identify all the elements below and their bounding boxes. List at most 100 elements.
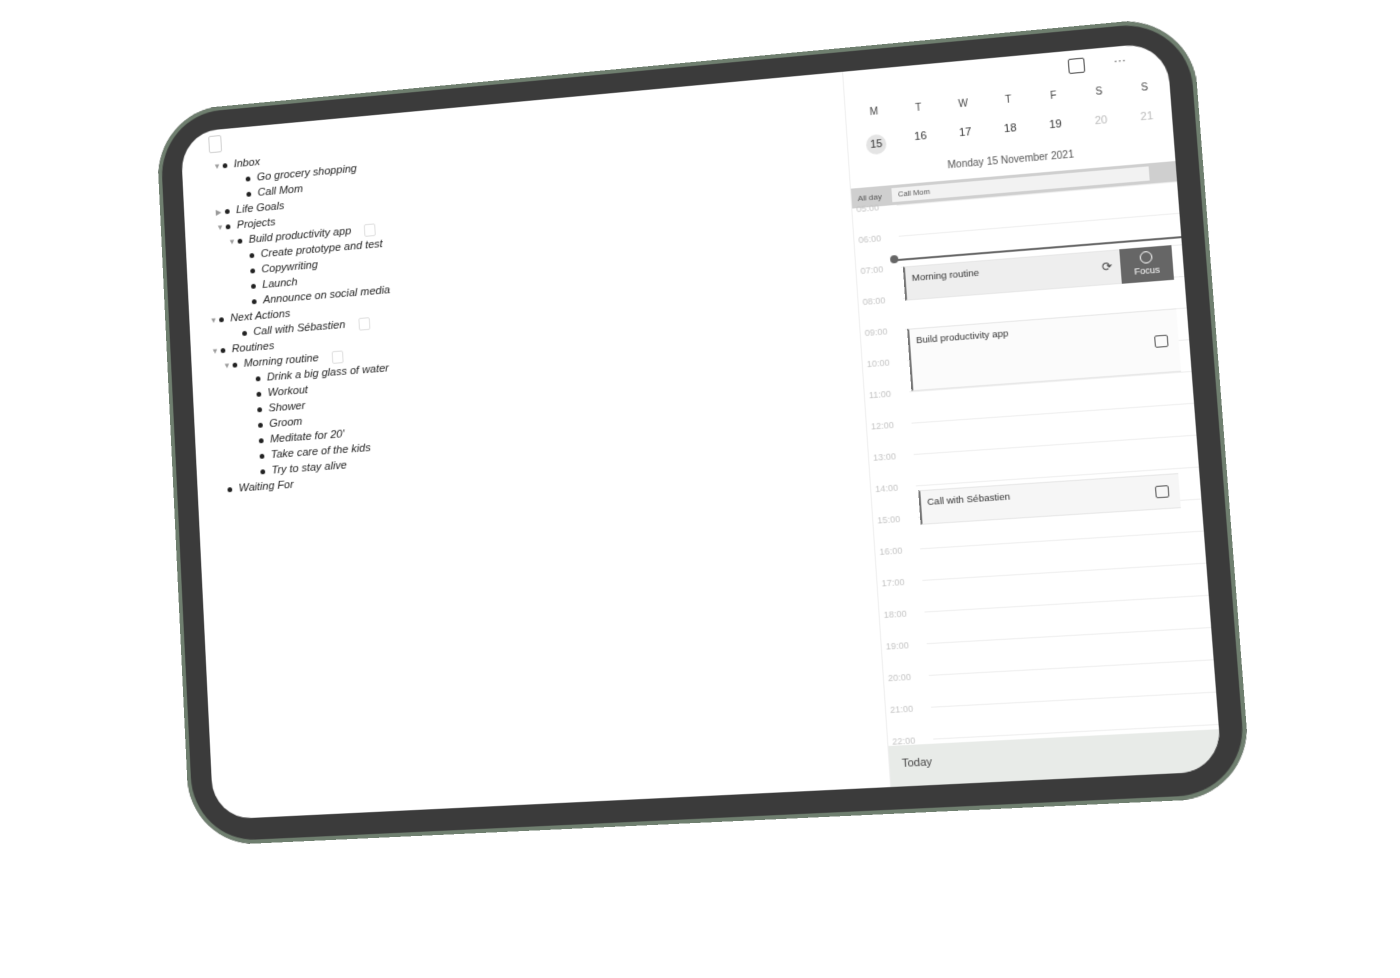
disclosure-icon[interactable]: ▼ [223,360,233,369]
screen: ▼ Inbox Go grocery shopping Call Mom ▶ Life G… [180,42,1222,820]
bullet-icon[interactable] [232,362,237,367]
bullet-icon[interactable] [246,176,251,181]
hour-grid: 05:00 06:00 07:00 08:00 09:00 10:00 11:00 12:00… [852,181,1219,746]
stage: ▼ Inbox Go grocery shopping Call Mom ▶ Life G… [0,0,1400,978]
spacer [240,255,249,256]
calendar-icon[interactable] [358,317,370,331]
outline-item-label: Waiting For [238,479,294,494]
bullet-icon[interactable] [259,438,264,443]
calendar-icon[interactable] [332,350,344,363]
date-cell[interactable]: 20 [1082,113,1121,136]
date-cell[interactable]: 17 [947,125,985,148]
spacer [237,194,246,195]
hour-label: 14:00 [875,483,899,495]
weekday-label: T [900,101,937,115]
spacer [249,440,258,441]
bullet-icon[interactable] [223,163,228,168]
hour-label: 18:00 [883,608,907,620]
bullet-icon[interactable] [242,330,247,335]
outline-item-label: Projects [237,217,276,232]
bullet-icon[interactable] [219,317,224,322]
bullet-icon[interactable] [260,453,265,458]
bullet-icon[interactable] [221,348,226,353]
focus-label: Focus [1134,264,1160,276]
bullet-icon[interactable] [225,208,230,213]
bullet-icon[interactable] [246,191,251,196]
hour-label: 16:00 [879,545,903,557]
date-cell[interactable]: 18 [991,121,1029,144]
hour-row[interactable]: 00:00 [892,789,1222,820]
weekday-label: M [856,105,893,119]
hour-label: 12:00 [871,420,895,432]
date-number: 15 [866,134,887,156]
bullet-icon[interactable] [256,391,261,396]
bullet-icon[interactable] [227,487,232,492]
spacer [246,379,255,380]
outline-item-label: Shower [268,400,305,414]
spacer [248,409,257,410]
bullet-icon[interactable] [260,469,265,474]
bullet-icon[interactable] [249,253,254,258]
date-number: 18 [1004,122,1017,135]
disclosure-icon[interactable]: ▶ [215,207,225,216]
bullet-icon[interactable] [252,299,257,304]
document-icon[interactable] [208,135,222,153]
spacer [249,425,258,426]
spacer [251,472,260,473]
hour-label: 21:00 [890,704,914,715]
hour-label: 15:00 [877,514,901,526]
spacer [241,271,250,272]
spacer [236,179,245,180]
spacer [247,394,256,395]
event-title: Call with Sébastien [927,491,1011,508]
date-number: 17 [959,126,972,139]
calendar-toolbar: ··· [1068,54,1127,74]
calendar-icon[interactable] [1068,58,1086,75]
tablet-device: ▼ Inbox Go grocery shopping Call Mom ▶ Life G… [155,15,1252,846]
weekday-label: F [1035,89,1073,103]
outline-item-label: Inbox [234,156,261,170]
bullet-icon[interactable] [258,422,263,427]
more-icon[interactable]: ··· [1113,54,1127,70]
outline-item-label: Groom [269,416,303,430]
bullet-icon[interactable] [238,238,243,243]
calendar-icon [1155,485,1170,498]
calendar-icon[interactable] [364,223,376,237]
outline-item-label: Workout [267,384,308,399]
event-title: Morning routine [911,268,979,284]
outline-tree: ▼ Inbox Go grocery shopping Call Mom ▶ Life G… [202,124,621,498]
hour-label: 09:00 [864,326,887,338]
disclosure-icon[interactable]: ▼ [216,222,226,231]
disclosure-icon[interactable]: ▼ [228,237,238,246]
weekday-label: T [989,93,1027,107]
calendar-pane: ··· MTWTFSS 15 16 17 18 19 20 21 Monday 15 Nov… [842,42,1222,787]
weekday-label: S [1126,81,1164,95]
date-cell[interactable]: 16 [902,129,940,152]
date-cell[interactable]: 21 [1128,109,1167,132]
spacer [250,456,259,457]
hour-label: 07:00 [860,264,883,276]
hour-gridline [938,789,1223,804]
hour-label: 05:00 [856,202,879,214]
spacer [243,301,252,302]
bullet-icon[interactable] [257,407,262,412]
hour-label: 13:00 [873,451,897,463]
weekday-label: W [945,97,982,111]
focus-button[interactable]: Focus [1119,245,1174,284]
sync-icon: ⟳ [1101,259,1113,274]
bullet-icon[interactable] [250,268,255,273]
date-cell[interactable]: 15 [857,133,895,156]
disclosure-icon[interactable]: ▼ [210,315,220,324]
outline-item-label: Routines [232,340,275,355]
hour-label: 20:00 [888,672,912,683]
hour-label: 11:00 [869,389,892,401]
spacer [242,286,251,287]
bullet-icon[interactable] [251,283,256,288]
bullet-icon[interactable] [256,376,261,381]
calendar-icon [1154,335,1169,348]
date-cell[interactable]: 19 [1037,117,1075,140]
hour-label: 08:00 [862,295,885,307]
disclosure-icon[interactable]: ▼ [213,161,223,170]
bullet-icon[interactable] [226,224,231,229]
disclosure-icon[interactable]: ▼ [211,346,221,355]
